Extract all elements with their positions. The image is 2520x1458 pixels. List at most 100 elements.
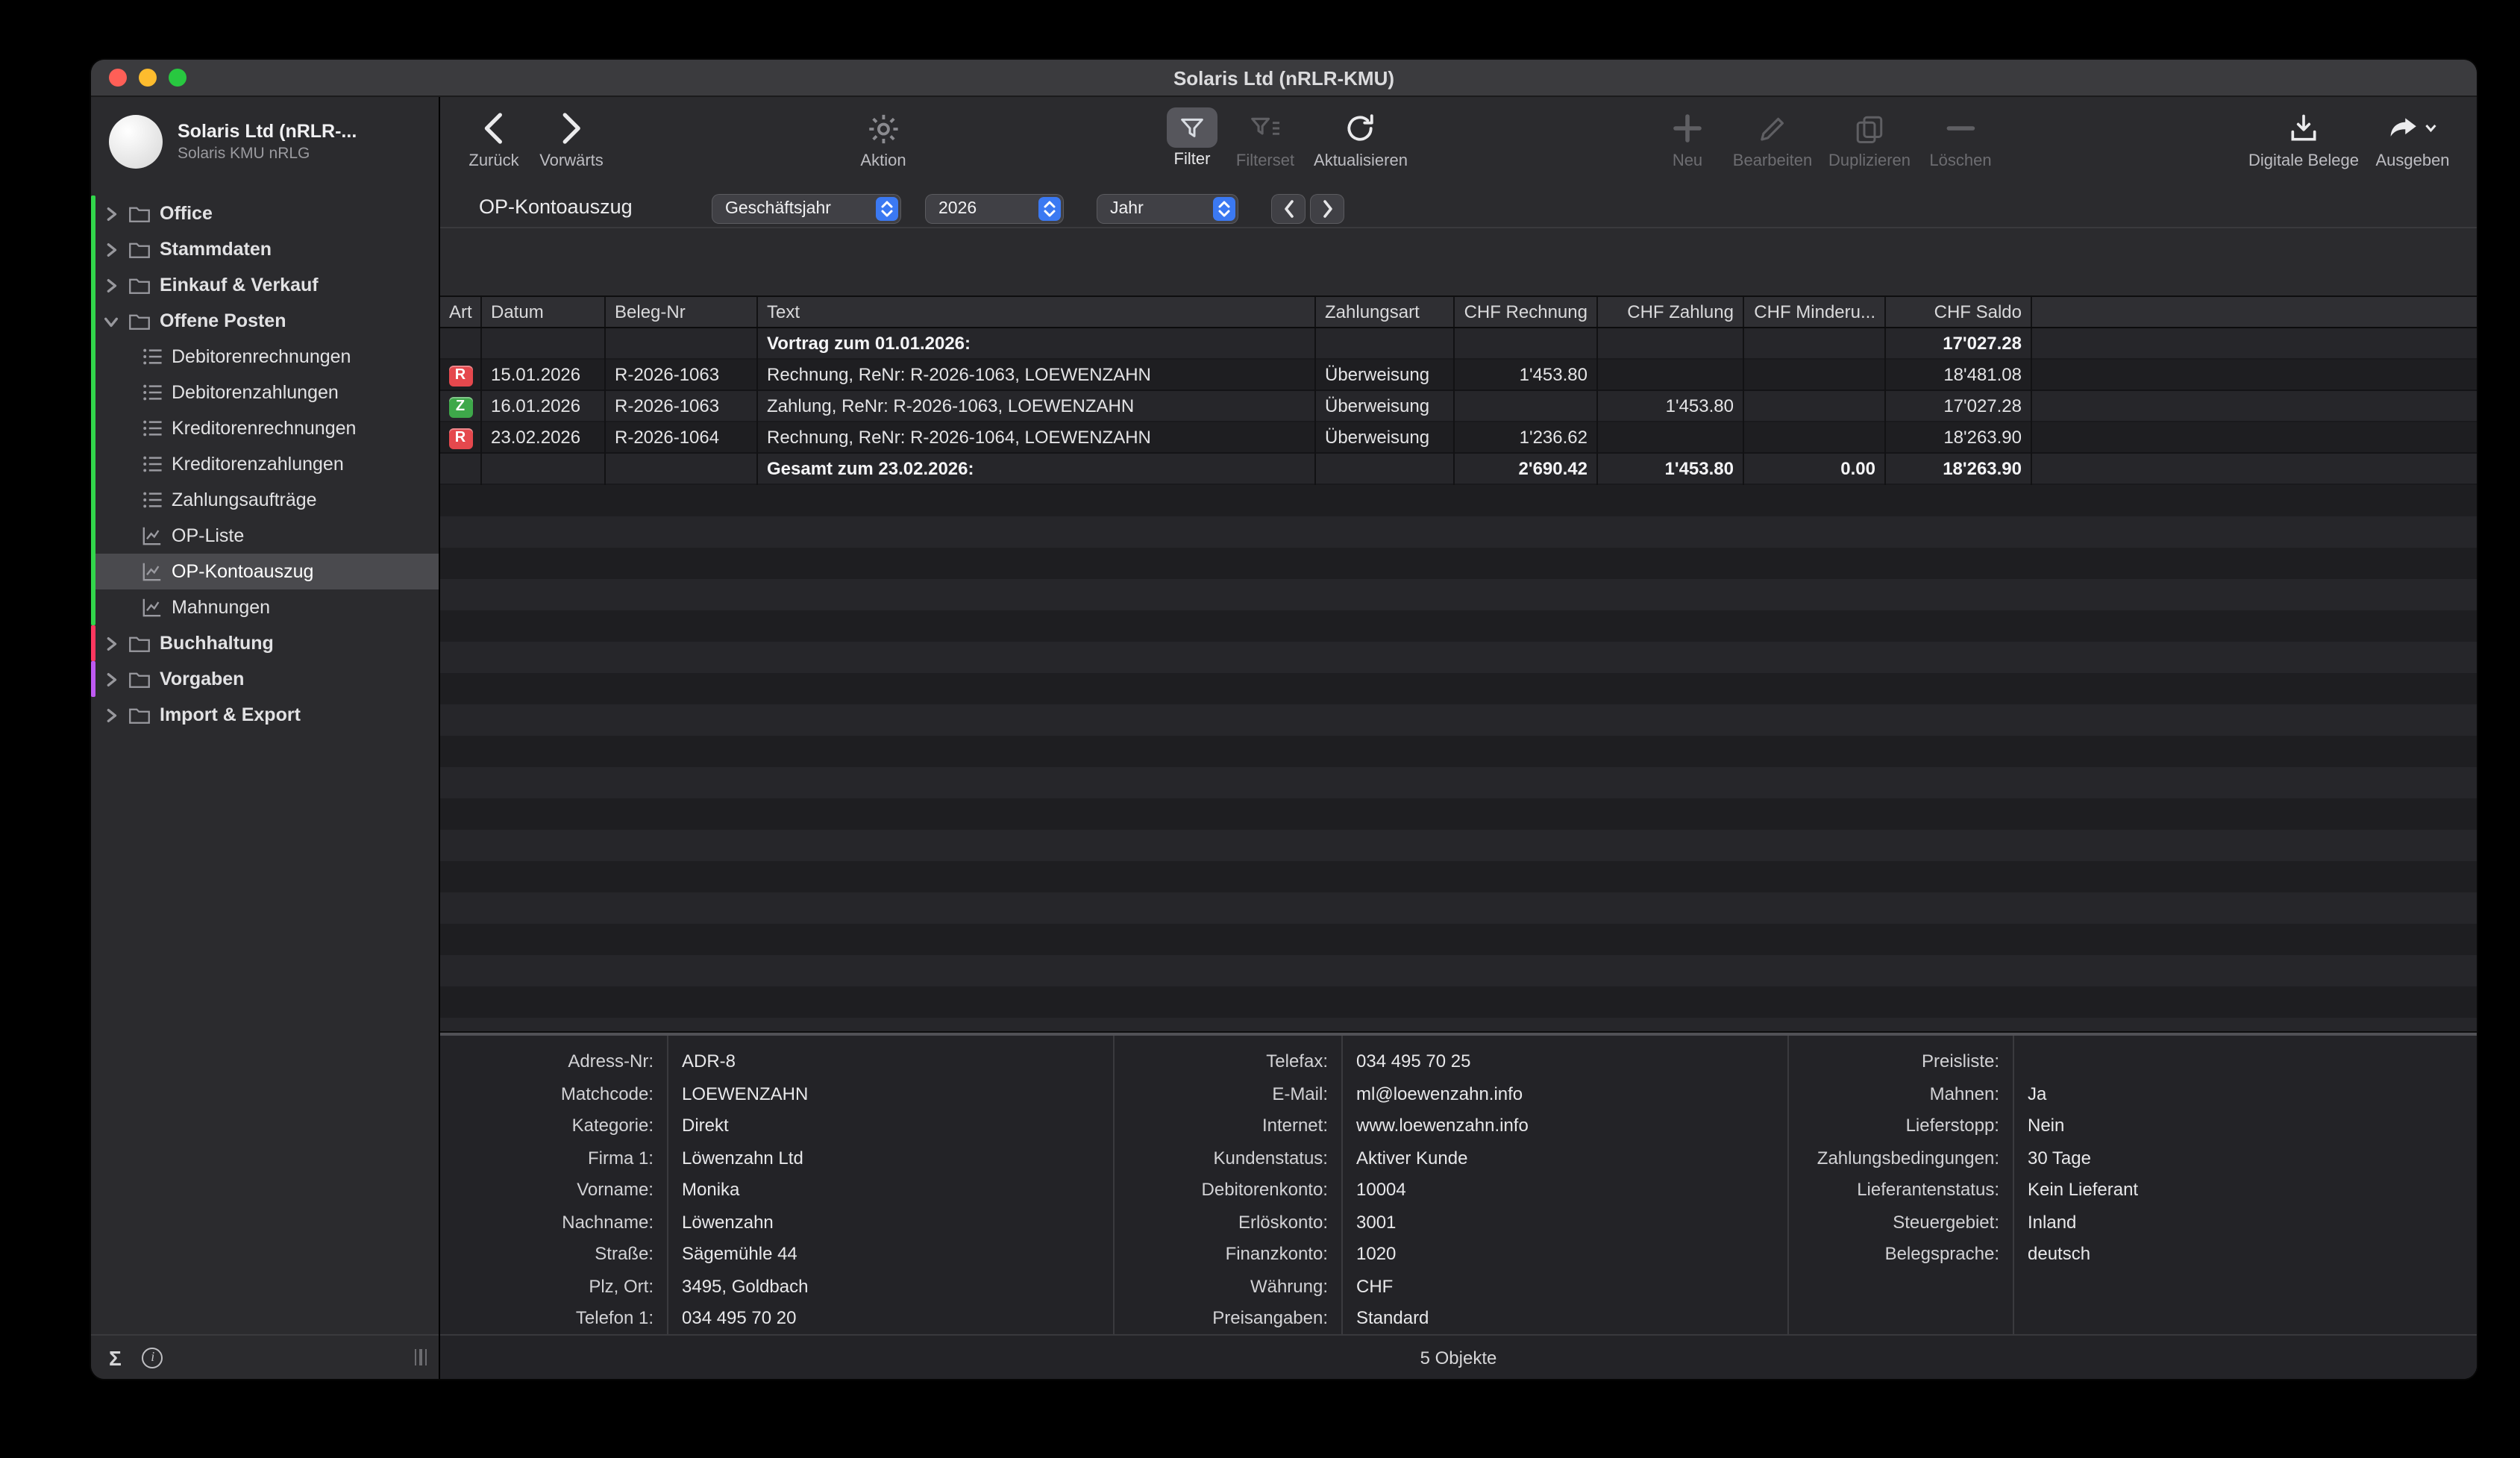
sidebar-resize-handle[interactable] <box>414 1349 427 1365</box>
delete-button[interactable]: Löschen <box>1929 107 1991 170</box>
minimize-button[interactable] <box>139 69 157 87</box>
window-title: Solaris Ltd (nRLR-KMU) <box>91 66 2477 89</box>
zahlung-cell <box>1598 360 1744 391</box>
year-dropdown[interactable]: 2026 <box>925 194 1064 224</box>
period-type-dropdown[interactable]: Geschäftsjahr <box>712 194 901 224</box>
filter-button[interactable]: Filter <box>1167 107 1217 169</box>
new-button[interactable]: Neu <box>1671 107 1704 170</box>
duplicate-button[interactable]: Duplizieren <box>1828 107 1911 170</box>
column-header-zahlung[interactable]: CHF Zahlung <box>1598 297 1744 327</box>
page-title: OP-Kontoauszug <box>479 195 633 218</box>
filterset-icon <box>1249 107 1282 149</box>
window-titlebar: Solaris Ltd (nRLR-KMU) <box>91 60 2477 97</box>
folder-icon <box>128 669 151 689</box>
view-header: OP-Kontoauszug Geschäftsjahr 2026 Jahr <box>440 190 2477 228</box>
sidebar-item-zahlungsauftraege[interactable]: Zahlungsaufträge <box>91 482 439 518</box>
sidebar-item-debitorenzahlungen[interactable]: Debitorenzahlungen <box>91 375 439 410</box>
table-row-vortrag[interactable]: Vortrag zum 01.01.2026: 17'027.28 <box>440 328 2477 360</box>
back-button[interactable]: Zurück <box>468 107 518 170</box>
company-subtitle: Solaris KMU nRLG <box>178 145 357 163</box>
detail-group-conditions: Preisliste: Mahnen: Lieferstopp: Zahlung… <box>1787 1036 2477 1334</box>
content-gap <box>440 228 2477 295</box>
chart-icon <box>142 561 163 582</box>
text-cell: Rechnung, ReNr: R-2026-1064, LOEWENZAHN <box>758 422 1316 454</box>
forward-icon <box>562 107 581 149</box>
empty-cell <box>1455 328 1598 360</box>
empty-cell <box>1316 454 1455 485</box>
chevron-down-icon <box>2425 124 2437 133</box>
column-header-art[interactable]: Art <box>440 297 482 327</box>
text-cell: Zahlung, ReNr: R-2026-1063, LOEWENZAHN <box>758 391 1316 422</box>
column-header-filler <box>2032 297 2477 327</box>
detail-values: Ja Nein 30 Tage Kein Lieferant Inland de… <box>2014 1036 2477 1334</box>
column-header-rechnung[interactable]: CHF Rechnung <box>1455 297 1598 327</box>
chevron-right-icon <box>103 277 119 293</box>
sidebar-item-mahnungen[interactable]: Mahnungen <box>91 589 439 625</box>
table-row-invoice-2[interactable]: R 23.02.2026 R-2026-1064 Rechnung, ReNr:… <box>440 422 2477 454</box>
sidebar-item-vorgaben[interactable]: Vorgaben <box>91 661 439 697</box>
forward-button[interactable]: Vorwärts <box>539 107 604 170</box>
sidebar-item-kreditorenrechnungen[interactable]: Kreditorenrechnungen <box>91 410 439 446</box>
sidebar-item-einkauf-verkauf[interactable]: Einkauf & Verkauf <box>91 267 439 303</box>
empty-cell <box>440 454 482 485</box>
table-row-payment-1[interactable]: Z 16.01.2026 R-2026-1063 Zahlung, ReNr: … <box>440 391 2477 422</box>
edit-button[interactable]: Bearbeiten <box>1733 107 1812 170</box>
invoice-badge: R <box>448 365 472 386</box>
chevron-right-icon <box>103 635 119 651</box>
filterset-button[interactable]: Filterset <box>1236 107 1294 170</box>
sidebar-item-label: Office <box>160 203 213 224</box>
refresh-button[interactable]: Aktualisieren <box>1314 107 1408 170</box>
sidebar-item-office[interactable]: Office <box>91 195 439 231</box>
category-color-strip-purple <box>91 661 95 697</box>
list-icon <box>142 382 163 403</box>
art-cell: R <box>440 422 482 454</box>
sidebar-item-label: Import & Export <box>160 704 301 725</box>
action-button[interactable]: Aktion <box>860 107 906 170</box>
text-cell: Rechnung, ReNr: R-2026-1063, LOEWENZAHN <box>758 360 1316 391</box>
pencil-icon <box>1757 107 1788 149</box>
art-cell: R <box>440 360 482 391</box>
empty-cell <box>1316 328 1455 360</box>
next-period-button[interactable] <box>1310 194 1344 224</box>
sidebar-item-op-liste[interactable]: OP-Liste <box>91 518 439 554</box>
rechnung-cell: 1'453.80 <box>1455 360 1598 391</box>
company-header[interactable]: Solaris Ltd (nRLR-... Solaris KMU nRLG <box>91 97 439 187</box>
popup-arrows-icon <box>1038 197 1061 221</box>
empty-cell <box>1598 328 1744 360</box>
column-header-saldo[interactable]: CHF Saldo <box>1886 297 2032 327</box>
table-row-invoice-1[interactable]: R 15.01.2026 R-2026-1063 Rechnung, ReNr:… <box>440 360 2477 391</box>
column-header-minderung[interactable]: CHF Minderu... <box>1744 297 1886 327</box>
popup-arrows-icon <box>1213 197 1235 221</box>
column-header-text[interactable]: Text <box>758 297 1316 327</box>
sidebar-item-op-kontoauszug[interactable]: OP-Kontoauszug <box>91 554 439 589</box>
sidebar-item-offene-posten[interactable]: Offene Posten <box>91 303 439 339</box>
info-button[interactable]: i <box>142 1347 163 1368</box>
chevron-right-icon <box>103 205 119 222</box>
empty-cell <box>606 454 758 485</box>
column-header-zahlungsart[interactable]: Zahlungsart <box>1316 297 1455 327</box>
sidebar-item-buchhaltung[interactable]: Buchhaltung <box>91 625 439 661</box>
sidebar-item-import-export[interactable]: Import & Export <box>91 697 439 733</box>
sidebar-item-debitorenrechnungen[interactable]: Debitorenrechnungen <box>91 339 439 375</box>
granularity-dropdown[interactable]: Jahr <box>1097 194 1238 224</box>
text-cell: Gesamt zum 23.02.2026: <box>758 454 1316 485</box>
folder-icon <box>128 705 151 725</box>
chevron-right-icon <box>1321 200 1333 218</box>
close-button[interactable] <box>109 69 127 87</box>
sidebar: Solaris Ltd (nRLR-... Solaris KMU nRLG O… <box>91 97 440 1379</box>
table-row-total[interactable]: Gesamt zum 23.02.2026: 2'690.42 1'453.80… <box>440 454 2477 485</box>
rechnung-cell: 1'236.62 <box>1455 422 1598 454</box>
sidebar-item-stammdaten[interactable]: Stammdaten <box>91 231 439 267</box>
zoom-button[interactable] <box>169 69 187 87</box>
sidebar-item-label: Vorgaben <box>160 669 244 689</box>
digital-receipts-button[interactable]: Digitale Belege <box>2248 107 2359 170</box>
sum-button[interactable]: Σ <box>109 1345 122 1369</box>
column-header-beleg[interactable]: Beleg-Nr <box>606 297 758 327</box>
saldo-cell: 17'027.28 <box>1886 391 2032 422</box>
sidebar-item-label: Debitorenzahlungen <box>172 382 339 403</box>
sidebar-item-kreditorenzahlungen[interactable]: Kreditorenzahlungen <box>91 446 439 482</box>
column-header-datum[interactable]: Datum <box>482 297 606 327</box>
output-button[interactable]: Ausgeben <box>2375 107 2449 170</box>
traffic-lights <box>91 69 187 87</box>
previous-period-button[interactable] <box>1271 194 1306 224</box>
